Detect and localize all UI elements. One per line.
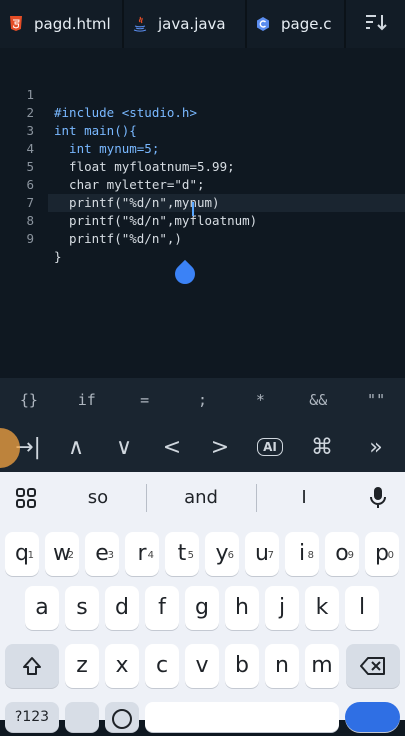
symbol-and-key[interactable]: && [289, 391, 347, 409]
html5-icon [8, 16, 24, 32]
backspace-key[interactable] [346, 644, 400, 688]
arrow-right-icon[interactable]: > [198, 422, 242, 472]
code-text: } [54, 249, 62, 264]
arrow-left-icon[interactable]: < [150, 422, 194, 472]
key-h[interactable]: h [225, 586, 259, 630]
comma-key[interactable] [65, 702, 99, 732]
space-key[interactable] [145, 702, 339, 732]
tab-label: java.java [158, 15, 226, 33]
key-s[interactable]: s [65, 586, 99, 630]
code-text: printf("%d/n",myfloatnum) [54, 213, 258, 228]
code-text: float myfloatnum=5.99; [54, 159, 235, 174]
suggestion-word[interactable]: and [148, 472, 254, 524]
arrow-down-icon[interactable]: ∨ [102, 422, 146, 472]
code-line: 7 printf("%d/n",myfloatnum) [0, 176, 257, 228]
key-b[interactable]: b [225, 644, 259, 688]
shift-key[interactable] [5, 644, 59, 688]
symbol-braces-key[interactable]: {} [0, 391, 58, 409]
shift-icon [23, 657, 41, 675]
code-text: #include <studio.h> [54, 105, 197, 120]
code-text: int mynum=5; [54, 141, 160, 156]
tab-label: page.c [281, 15, 332, 33]
ai-button[interactable]: AI [248, 422, 292, 472]
symbol-if-key[interactable]: if [58, 391, 116, 409]
key-f[interactable]: f [145, 586, 179, 630]
cursor-drag-handle[interactable] [170, 259, 200, 289]
code-text: int main(){ [54, 123, 137, 138]
code-line: 2 int main(){ [0, 86, 136, 138]
apps-grid-button[interactable] [8, 472, 44, 524]
code-line: 9 } [0, 212, 61, 264]
sort-icon [365, 13, 387, 35]
key-p[interactable]: p0 [365, 532, 399, 576]
code-text: printf("%d/n",mynum) [54, 195, 220, 210]
tab-label: pagd.html [34, 15, 111, 33]
code-line: 1 #include <studio.h> [0, 68, 197, 120]
key-y[interactable]: y6 [205, 532, 239, 576]
key-k[interactable]: k [305, 586, 339, 630]
key-m[interactable]: m [305, 644, 339, 688]
suggestion-word[interactable]: I [258, 472, 350, 524]
c-language-icon [255, 16, 271, 32]
emoji-icon [112, 709, 132, 729]
key-j[interactable]: j [265, 586, 299, 630]
key-e[interactable]: e3 [85, 532, 119, 576]
grid-icon [16, 488, 36, 508]
arrow-up-icon[interactable]: ∧ [54, 422, 98, 472]
key-u[interactable]: u7 [245, 532, 279, 576]
symbols-key[interactable]: ?123 [5, 702, 59, 732]
text-cursor [192, 202, 194, 216]
code-text: char myletter="d"; [54, 177, 205, 192]
code-editor[interactable]: 1 #include <studio.h> 2 int main(){ 3 in… [0, 48, 405, 378]
key-x[interactable]: x [105, 644, 139, 688]
java-icon [132, 16, 148, 32]
forward-icon[interactable]: » [354, 422, 398, 472]
key-d[interactable]: d [105, 586, 139, 630]
tab-bar: pagd.html java.java page.c [0, 0, 405, 48]
code-text: printf("%d/n",) [54, 231, 182, 246]
code-line: 4 float myfloatnum=5.99; [0, 122, 234, 174]
suggestion-word[interactable]: so [52, 472, 144, 524]
symbol-equals-key[interactable]: = [116, 391, 174, 409]
key-t[interactable]: t5 [165, 532, 199, 576]
key-o[interactable]: o9 [325, 532, 359, 576]
suggestion-strip: so and I [0, 472, 405, 524]
code-line: 6 printf("%d/n",mynum) [0, 158, 219, 210]
key-v[interactable]: v [185, 644, 219, 688]
symbol-asterisk-key[interactable]: * [231, 391, 289, 409]
key-c[interactable]: c [145, 644, 179, 688]
tab-page-c[interactable]: page.c [247, 0, 346, 48]
line-number: 9 [26, 231, 34, 246]
key-g[interactable]: g [185, 586, 219, 630]
symbol-bar: {} if = ; * && "" [0, 378, 405, 422]
key-r[interactable]: r4 [125, 532, 159, 576]
key-n[interactable]: n [265, 644, 299, 688]
navigation-bar: →| ∧ ∨ < > AI ⌘ » [0, 422, 405, 472]
divider [146, 484, 147, 512]
emoji-key[interactable] [105, 702, 139, 732]
key-w[interactable]: w2 [45, 532, 79, 576]
backspace-icon [360, 657, 385, 675]
key-a[interactable]: a [25, 586, 59, 630]
divider [256, 484, 257, 512]
sort-button[interactable] [346, 0, 405, 48]
symbol-semicolon-key[interactable]: ; [174, 391, 232, 409]
key-q[interactable]: q1 [5, 532, 39, 576]
code-line-current: 8 printf("%d/n",) [0, 194, 181, 246]
code-line: 5 char myletter="d"; [0, 140, 204, 192]
key-i[interactable]: i8 [285, 532, 319, 576]
enter-key[interactable] [345, 702, 400, 732]
tab-java[interactable]: java.java [124, 0, 247, 48]
microphone-icon [370, 487, 386, 508]
command-icon[interactable]: ⌘ [300, 422, 344, 472]
symbol-quotes-key[interactable]: "" [347, 391, 405, 409]
soft-keyboard: so and I q1 w2 e3 r4 t5 y6 u7 i8 o9 p0 a… [0, 472, 405, 732]
key-l[interactable]: l [345, 586, 379, 630]
code-line: 3 int mynum=5; [0, 104, 159, 156]
tab-pagd-html[interactable]: pagd.html [0, 0, 124, 48]
ai-icon: AI [257, 438, 283, 456]
microphone-button[interactable] [360, 472, 396, 524]
key-z[interactable]: z [65, 644, 99, 688]
